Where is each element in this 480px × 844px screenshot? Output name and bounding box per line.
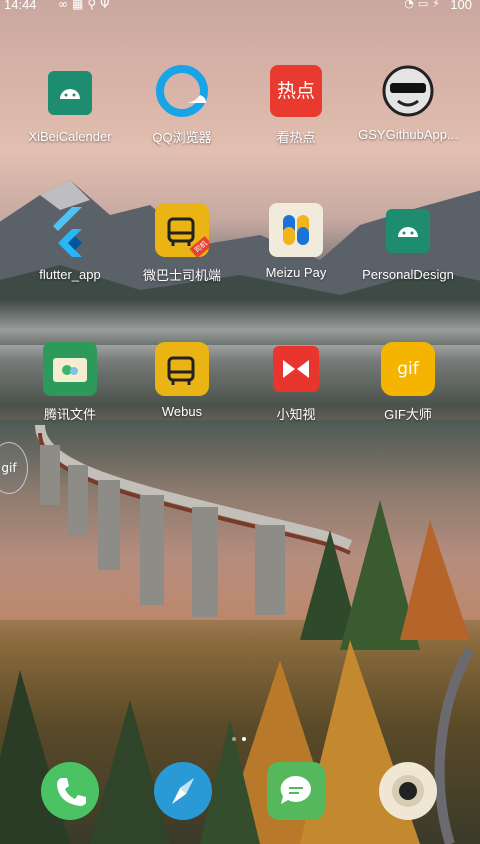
- messages-icon: [267, 762, 325, 820]
- app-label: 腾讯文件: [43, 407, 96, 422]
- android-icon: [48, 71, 92, 115]
- app-weibus-driver[interactable]: 司机 微巴士司机端: [122, 203, 242, 284]
- usb-debug-icon: Ψ: [100, 0, 114, 11]
- hot-news-icon: 热点: [270, 65, 322, 117]
- status-bar: 14:44 ∞▦⚲Ψ ◔▭⚡ 100: [0, 0, 480, 14]
- wifi-icon: ◔: [404, 0, 418, 10]
- page-indicator: [232, 726, 262, 741]
- app-label: XiBeiCalender: [28, 129, 112, 144]
- meizu-pay-icon: [269, 203, 323, 257]
- browser-compass-icon: [154, 762, 212, 820]
- app-tencent-files[interactable]: 腾讯文件: [10, 342, 130, 423]
- app-xiaozhishi[interactable]: 小知视: [236, 342, 356, 423]
- app-webus[interactable]: Webus: [122, 342, 242, 419]
- app-label: GIF大师: [384, 407, 432, 422]
- bus-icon: 司机: [155, 203, 209, 257]
- sd-card-icon: ▦: [72, 0, 88, 11]
- app-personaldesign[interactable]: PersonalDesign: [348, 203, 468, 282]
- app-label: PersonalDesign: [362, 267, 454, 282]
- app-flutter-app[interactable]: flutter_app: [10, 203, 130, 282]
- app-label: 微巴士司机端: [142, 268, 221, 283]
- dock-messages[interactable]: [267, 762, 325, 820]
- app-label: Meizu Pay: [265, 265, 327, 280]
- home-screen: 14:44 ∞▦⚲Ψ ◔▭⚡ 100 XiBeiCalender QQ浏览器 热…: [0, 0, 480, 844]
- dock: [0, 760, 480, 820]
- monkey-sunglasses-icon: [380, 63, 436, 119]
- qq-browser-icon: [154, 63, 210, 119]
- status-time: 14:44: [4, 0, 37, 12]
- app-label: QQ浏览器: [152, 130, 212, 145]
- battery-level: 100: [450, 0, 472, 12]
- status-left-icons: ∞▦⚲Ψ: [58, 0, 114, 11]
- link-icon: ∞: [58, 0, 72, 11]
- dock-camera[interactable]: [379, 762, 437, 820]
- app-gif-master[interactable]: gif GIF大师: [348, 342, 468, 423]
- folder-icon: [43, 342, 97, 396]
- android-icon: [386, 209, 430, 253]
- camera-icon: [379, 762, 437, 820]
- usb-icon: ⚲: [87, 0, 101, 11]
- app-kanredian[interactable]: 热点 看热点: [236, 65, 356, 146]
- sim-signal-icon: ▭: [417, 0, 433, 10]
- app-label: Webus: [161, 404, 203, 419]
- app-gsygithubapp[interactable]: GSYGithubApp...: [348, 63, 468, 142]
- app-label: 看热点: [276, 130, 316, 145]
- app-label: GSYGithubApp...: [358, 127, 458, 142]
- video-play-icon: [273, 346, 319, 392]
- app-meizu-pay[interactable]: Meizu Pay: [236, 203, 356, 280]
- dock-phone[interactable]: [41, 762, 99, 820]
- dock-browser[interactable]: [154, 762, 212, 820]
- status-right-icons: ◔▭⚡: [404, 0, 444, 10]
- bus-icon: [155, 342, 209, 396]
- app-label: 小知视: [276, 407, 316, 422]
- charging-icon: ⚡: [432, 0, 444, 10]
- page-dot-active: [242, 737, 246, 741]
- app-qq-browser[interactable]: QQ浏览器: [122, 63, 242, 146]
- phone-icon: [41, 762, 99, 820]
- gif-icon: gif: [381, 342, 435, 396]
- flutter-icon: [42, 203, 98, 259]
- page-dot: [232, 737, 236, 741]
- app-xibeicalender[interactable]: XiBeiCalender: [10, 65, 130, 144]
- app-label: flutter_app: [39, 267, 101, 282]
